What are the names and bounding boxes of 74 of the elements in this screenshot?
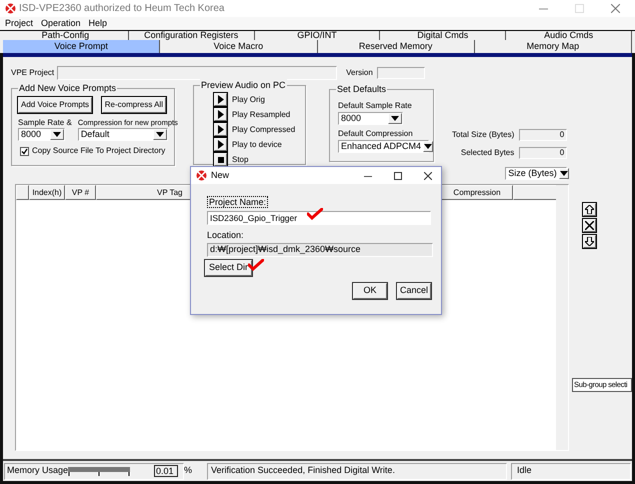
project-name-label: Project Name: (207, 196, 268, 208)
tab[interactable]: Reserved Memory (318, 40, 475, 53)
button-label: Play Compressed (232, 124, 296, 136)
button-label: Play Orig (232, 94, 265, 106)
scrollbar[interactable] (556, 185, 568, 450)
button-label: Play to device (232, 138, 282, 150)
readout-field: 0 (519, 147, 568, 159)
up-arrow-icon (585, 205, 594, 214)
select-dir-button[interactable]: Select Dir (205, 260, 252, 276)
sample-rate-dropdown[interactable]: 8000 (18, 128, 65, 141)
memory-meter (68, 466, 130, 476)
default-sample-rate-dropdown[interactable]: 8000 (338, 112, 403, 125)
audio-button[interactable] (214, 108, 227, 121)
group-title: Add New Voice Prompts (18, 82, 118, 94)
group-title: Set Defaults (336, 83, 388, 95)
stop-icon (218, 156, 224, 162)
field-label: Selected Bytes (460, 147, 514, 159)
dialog-button[interactable]: OK (353, 283, 387, 299)
menu-item[interactable]: Help (88, 19, 108, 28)
location-label: Location: (207, 230, 245, 241)
field-value: ISD2360_Gpio_Trigger (210, 212, 298, 224)
dropdown-arrow-icon (53, 132, 61, 137)
button-label: Stop (232, 154, 248, 166)
project-field[interactable] (57, 66, 338, 80)
recompress-button[interactable]: Re-compress All (102, 97, 166, 113)
compression-dropdown[interactable]: Default (78, 128, 168, 141)
field-label: Default Compression (338, 128, 414, 140)
dialog-title: New (211, 168, 230, 182)
dropdown-arrow-icon (560, 171, 568, 176)
percent-field: 0.01 (154, 465, 178, 477)
field-label: Total Size (Bytes) (452, 129, 514, 141)
check-mark-icon (307, 208, 323, 220)
status-message: Verification Succeeded, Finished Digital Write. (207, 462, 508, 480)
tab[interactable]: Voice Prompt (3, 40, 160, 53)
check-mark-icon (248, 259, 264, 271)
column-header[interactable]: Index(h) (29, 185, 65, 200)
maximize-icon[interactable] (394, 172, 402, 180)
window-title: ISD-VPE2360 authorized to Heum Tech Korea (19, 2, 224, 16)
status-state: Idle (511, 462, 631, 480)
percent-unit: % (184, 464, 192, 478)
delete-button[interactable] (583, 219, 596, 232)
move-up-button[interactable] (583, 203, 596, 216)
field-value: d:₩[project]₩isd_dmk_2360₩source (210, 243, 361, 256)
copy-checkbox[interactable] (20, 146, 29, 156)
dropdown-arrow-icon (391, 116, 399, 121)
size-unit-dropdown[interactable]: Size (Bytes) (505, 167, 568, 180)
readout-field: 0 (519, 129, 568, 141)
location-field[interactable]: d:₩[project]₩isd_dmk_2360₩source (207, 243, 433, 257)
dialog-button[interactable]: Cancel (397, 283, 431, 299)
move-down-button[interactable] (583, 235, 596, 248)
field-label: VPE Project (11, 67, 54, 79)
audio-button[interactable] (214, 153, 227, 166)
tab[interactable]: GPIO/INT (254, 31, 380, 40)
down-arrow-icon (585, 237, 594, 246)
column-header[interactable] (16, 185, 29, 200)
checkbox-label: Copy Source File To Project Directory (32, 145, 166, 157)
button-label: Play Resampled (232, 108, 290, 120)
menu-item[interactable]: Project (5, 19, 34, 28)
column-header[interactable]: VP # (65, 185, 96, 200)
version-field[interactable] (377, 67, 426, 79)
field-label: Version (346, 67, 374, 79)
audio-button[interactable] (214, 123, 227, 136)
audio-button[interactable] (214, 93, 227, 106)
add-voice-prompts-button[interactable]: Add Voice Prompts (18, 97, 92, 113)
menu-item[interactable]: Operation (41, 19, 81, 28)
dropdown-arrow-icon (156, 132, 164, 137)
group-title: Preview Audio on PC (200, 79, 287, 91)
close-icon (585, 221, 594, 230)
project-name-field[interactable]: ISD2360_Gpio_Trigger (207, 211, 431, 225)
close-icon[interactable] (424, 172, 432, 180)
field-label: Default Sample Rate (338, 100, 413, 112)
field-label: Sample Rate & (18, 117, 72, 128)
audio-button[interactable] (214, 138, 227, 151)
dropdown-arrow-icon (424, 144, 432, 149)
